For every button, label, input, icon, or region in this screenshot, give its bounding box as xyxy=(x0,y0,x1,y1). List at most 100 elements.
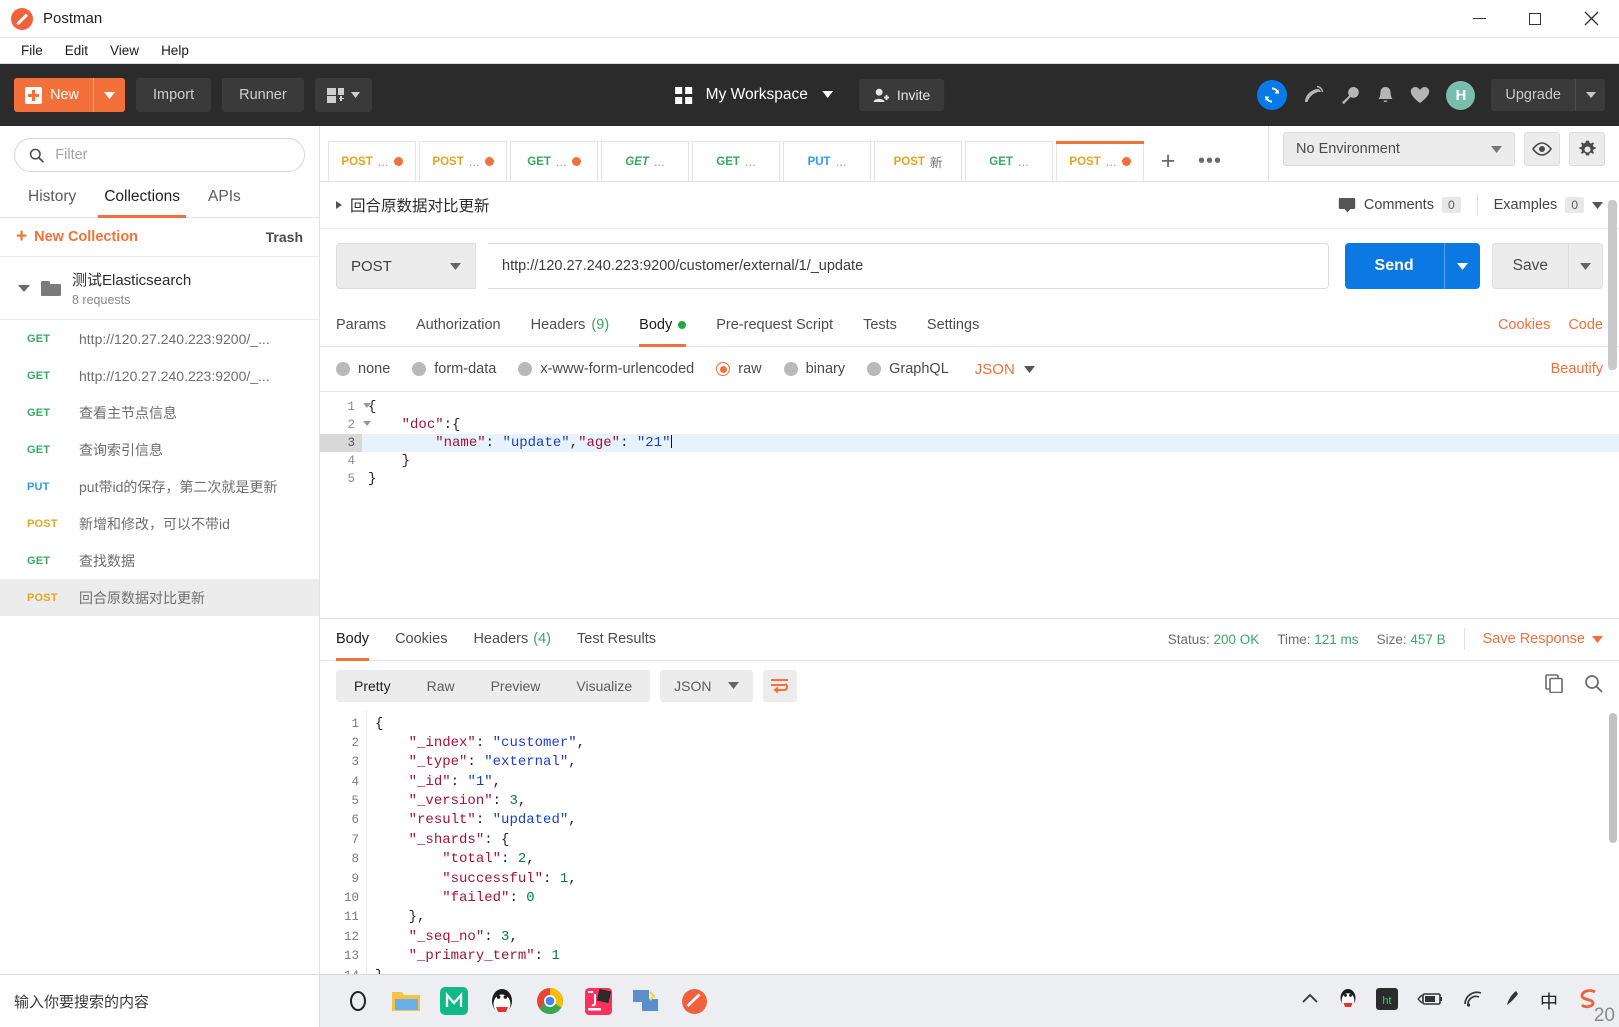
copy-icon[interactable] xyxy=(1545,673,1564,698)
upgrade-button[interactable]: Upgrade xyxy=(1491,79,1605,111)
environment-selector[interactable]: No Environment xyxy=(1283,132,1515,166)
url-input[interactable] xyxy=(488,243,1329,289)
tab-settings[interactable]: Settings xyxy=(927,303,979,346)
qq-tray-icon[interactable] xyxy=(1339,988,1357,1014)
response-tab-cookies[interactable]: Cookies xyxy=(395,619,447,660)
code-link[interactable]: Code xyxy=(1568,317,1603,333)
request-tab[interactable]: GET ... xyxy=(601,141,689,181)
menu-help[interactable]: Help xyxy=(150,41,200,60)
list-item[interactable]: GET 查询索引信息 xyxy=(0,431,319,468)
body-type-raw[interactable]: raw xyxy=(716,361,762,377)
import-button[interactable]: Import xyxy=(136,78,212,112)
satellite-icon[interactable] xyxy=(1303,85,1324,105)
search-input[interactable] xyxy=(55,147,290,163)
save-button[interactable]: Save xyxy=(1491,243,1603,289)
environment-quick-look-button[interactable] xyxy=(1524,132,1560,166)
response-view-visualize[interactable]: Visualize xyxy=(558,670,650,702)
sidebar-tab-collections[interactable]: Collections xyxy=(90,180,194,218)
request-tab[interactable]: POST ... xyxy=(328,141,416,181)
send-button[interactable]: Send xyxy=(1344,243,1480,289)
file-explorer-icon[interactable] xyxy=(390,985,422,1017)
list-item[interactable]: GET 查找数据 xyxy=(0,542,319,579)
menu-view[interactable]: View xyxy=(99,41,150,60)
heart-icon[interactable] xyxy=(1410,86,1430,104)
ht-tray-icon[interactable]: ht xyxy=(1376,987,1398,1015)
trash-button[interactable]: Trash xyxy=(266,229,303,245)
request-tab[interactable]: POST 新 xyxy=(874,141,962,181)
settings-button[interactable] xyxy=(1569,132,1605,166)
tab-params[interactable]: Params xyxy=(336,303,386,346)
response-tab-test-results[interactable]: Test Results xyxy=(577,619,656,660)
tab-authorization[interactable]: Authorization xyxy=(416,303,501,346)
list-item[interactable]: POST 新增和修改，可以不带id xyxy=(0,505,319,542)
send-options-caret[interactable] xyxy=(1443,243,1480,289)
menu-file[interactable]: File xyxy=(10,41,54,60)
postman-icon[interactable] xyxy=(678,985,710,1017)
response-scrollbar[interactable] xyxy=(1609,712,1617,843)
cortana-icon[interactable] xyxy=(342,985,374,1017)
response-format-selector[interactable]: JSON xyxy=(660,669,753,702)
word-wrap-button[interactable] xyxy=(762,669,797,702)
workspace-selector[interactable]: My Workspace Invite xyxy=(674,79,945,111)
search-icon[interactable] xyxy=(1584,674,1603,698)
chrome-icon[interactable] xyxy=(534,985,566,1017)
list-item[interactable]: GET http://120.27.240.223:9200/_... xyxy=(0,357,319,394)
request-tab[interactable]: POST ... xyxy=(419,141,507,181)
filter-box[interactable] xyxy=(14,138,305,172)
save-response-button[interactable]: Save Response xyxy=(1483,631,1603,647)
request-body-editor[interactable]: 1 2 3 4 5 { "doc":{ "name": "update","ag… xyxy=(320,391,1619,618)
upgrade-dropdown-caret[interactable] xyxy=(1575,79,1605,111)
method-selector[interactable]: POST xyxy=(336,243,476,289)
request-tab-active[interactable]: POST ... xyxy=(1056,141,1144,181)
taskbar-search-box[interactable]: 输入你要搜索的内容 xyxy=(0,974,320,1027)
response-tab-headers[interactable]: Headers (4) xyxy=(473,619,551,660)
body-type-urlencoded[interactable]: x-www-form-urlencoded xyxy=(518,361,694,377)
pen-icon[interactable] xyxy=(1503,989,1521,1014)
new-window-button[interactable] xyxy=(314,78,372,112)
list-item[interactable]: GET 查看主节点信息 xyxy=(0,394,319,431)
response-view-raw[interactable]: Raw xyxy=(409,670,473,702)
body-type-binary[interactable]: binary xyxy=(783,361,845,377)
list-item[interactable]: PUT put带id的保存，第二次就是更新 xyxy=(0,468,319,505)
sync-icon[interactable] xyxy=(1257,80,1288,110)
new-button[interactable]: New xyxy=(14,78,126,112)
response-code-area[interactable]: { "_index": "customer", "_type": "extern… xyxy=(366,710,1619,986)
ime-chinese-icon[interactable]: 中 xyxy=(1540,988,1558,1014)
battery-icon[interactable] xyxy=(1417,991,1443,1012)
close-icon[interactable] xyxy=(1563,0,1619,38)
request-tab[interactable]: GET ... xyxy=(510,141,598,181)
body-type-none[interactable]: none xyxy=(336,361,390,377)
new-dropdown-caret[interactable] xyxy=(93,78,125,112)
response-body-editor[interactable]: 1 2 3 4 5 6 7 8 9 10 11 12 13 14 { xyxy=(320,710,1619,986)
list-item[interactable]: GET http://120.27.240.223:9200/_... xyxy=(0,320,319,357)
new-collection-button[interactable]: + New Collection xyxy=(16,227,138,246)
bell-icon[interactable] xyxy=(1377,86,1394,105)
qq-icon[interactable] xyxy=(486,985,518,1017)
response-tab-body[interactable]: Body xyxy=(336,619,370,661)
body-type-graphql[interactable]: GraphQL xyxy=(867,361,949,377)
avatar[interactable]: H xyxy=(1446,80,1476,110)
xmind-icon[interactable] xyxy=(438,985,470,1017)
more-tabs-button[interactable]: ••• xyxy=(1189,141,1231,181)
cookies-link[interactable]: Cookies xyxy=(1498,317,1550,333)
add-tab-button[interactable]: + xyxy=(1147,141,1189,181)
runner-button[interactable]: Runner xyxy=(222,78,304,112)
minimize-icon[interactable] xyxy=(1451,0,1507,38)
invite-button[interactable]: Invite xyxy=(858,79,945,111)
triangle-down-icon[interactable] xyxy=(18,284,30,292)
tab-pre-request-script[interactable]: Pre-request Script xyxy=(716,303,833,346)
collection-item[interactable]: 测试Elasticsearch 8 requests xyxy=(0,257,319,320)
chevron-right-icon[interactable] xyxy=(336,201,342,209)
tab-tests[interactable]: Tests xyxy=(863,303,897,346)
raw-format-selector[interactable]: JSON xyxy=(975,361,1035,378)
sidebar-tab-history[interactable]: History xyxy=(14,180,90,217)
request-tab[interactable]: GET ... xyxy=(965,141,1053,181)
intellij-idea-icon[interactable] xyxy=(582,985,614,1017)
examples-button[interactable]: Examples 0 xyxy=(1494,197,1603,213)
request-code-area[interactable]: { "doc":{ "name": "update","age": "21" }… xyxy=(362,392,1619,618)
tab-body[interactable]: Body xyxy=(639,303,687,347)
comments-button[interactable]: Comments 0 xyxy=(1338,197,1461,213)
response-view-preview[interactable]: Preview xyxy=(473,670,559,702)
content-scrollbar[interactable] xyxy=(1608,200,1617,370)
remote-desktop-icon[interactable] xyxy=(630,985,662,1017)
